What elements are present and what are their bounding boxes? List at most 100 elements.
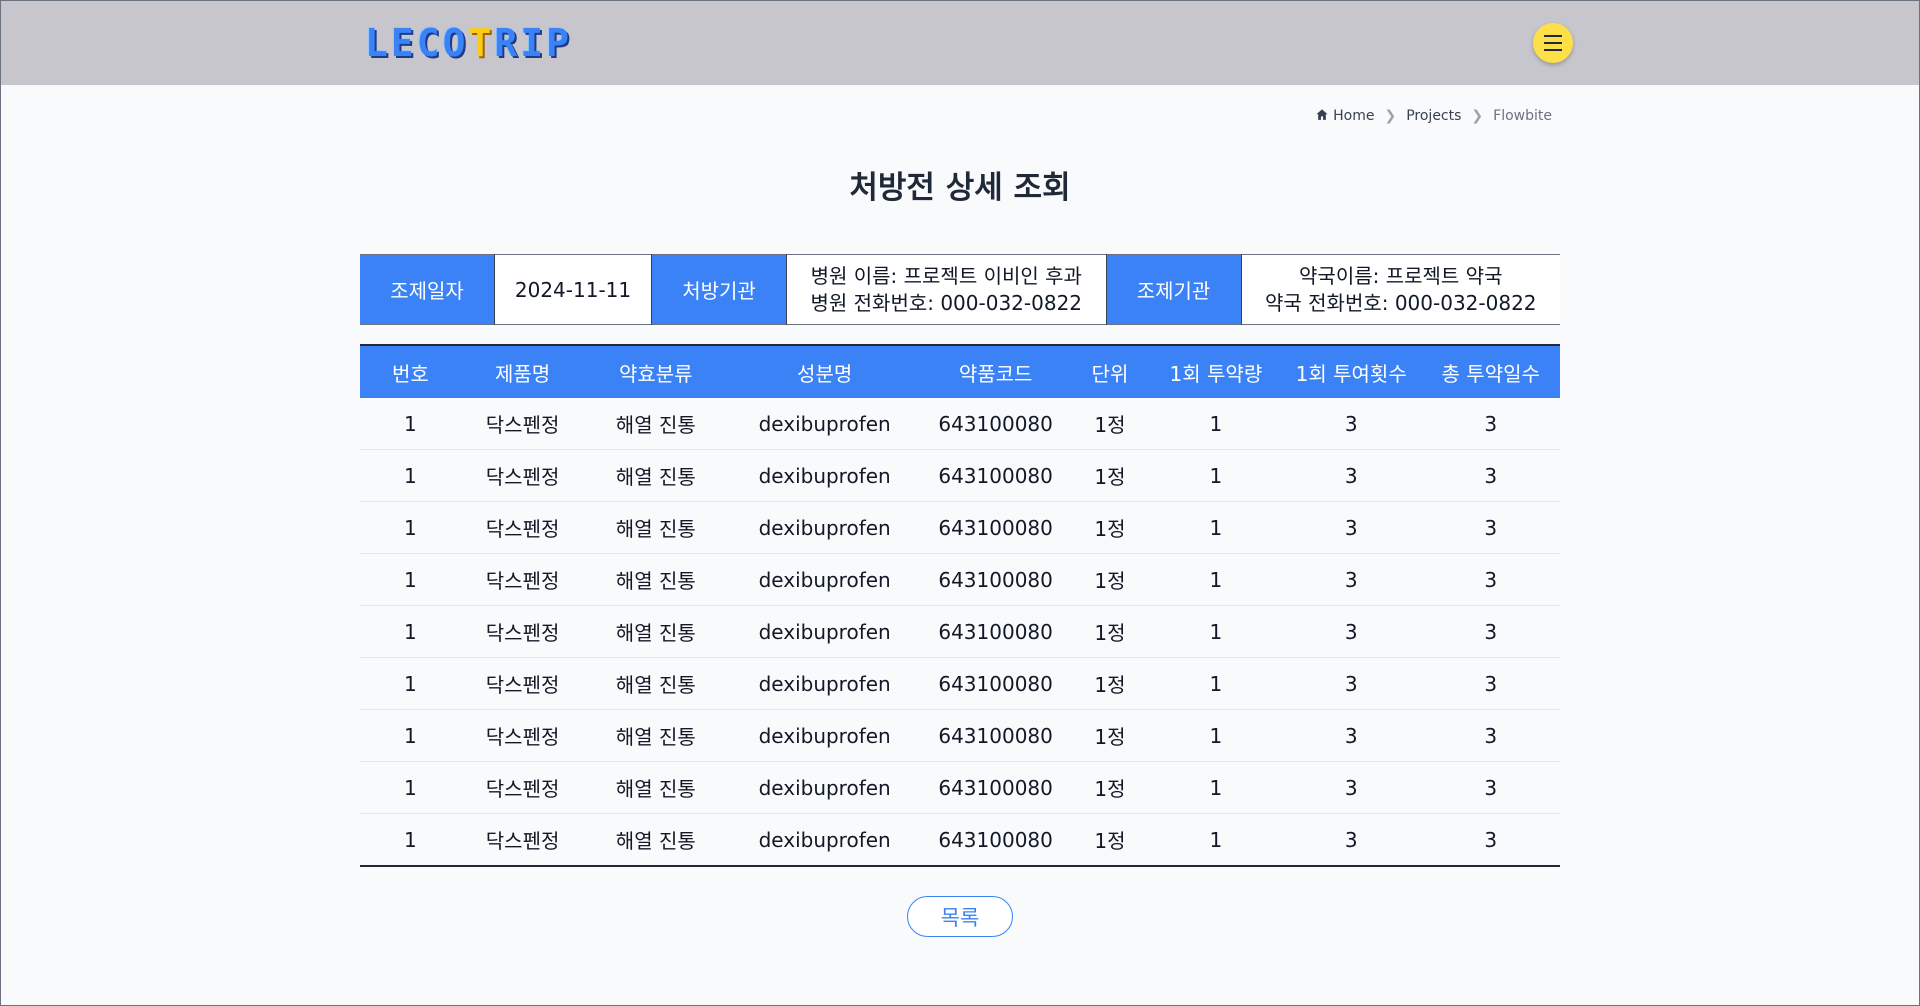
table-cell: 3 (1421, 657, 1560, 710)
table-cell: 643100080 (922, 657, 1070, 710)
table-row: 1 닥스펜정 해열 진통 dexibuprofen 643100080 1정 1 3 3 (360, 605, 1560, 658)
table-cell: 해열 진통 (584, 449, 728, 502)
table-cell: 3 (1280, 398, 1422, 450)
table-cell: dexibuprofen (727, 398, 923, 450)
table-row: 1 닥스펜정 해열 진통 dexibuprofen 643100080 1정 1 3 3 (360, 398, 1560, 450)
pharmacy-info: 약국이름: 프로젝트 약국 약국 전화번호: 000-032-0822 (1241, 254, 1560, 325)
table-cell: 닥스펜정 (485, 829, 560, 853)
pharmacy-phone: 약국 전화번호: 000-032-0822 (1264, 290, 1537, 315)
column-header: 총 투약일수 (1421, 344, 1560, 398)
table-cell: 해열 진통 (615, 829, 696, 853)
table-cell: 닥스펜정 (460, 501, 585, 554)
table-cell: 1 (360, 501, 461, 554)
table-row: 1 닥스펜정 해열 진통 dexibuprofen 643100080 1정 1 3 3 (360, 657, 1560, 710)
table-cell: 643100080 (922, 761, 1070, 814)
table-cell: 3 (1280, 657, 1422, 710)
table-cell: 해열 진통 (584, 398, 728, 450)
logo[interactable]: LECOTRIP (365, 21, 572, 65)
column-header: 제품명 (460, 344, 585, 398)
table-cell: 해열 진통 (584, 553, 728, 606)
table-cell: 1 (1150, 449, 1281, 502)
medication-table: 번호 제품명 약효분류 성분명 약품코드 단위 1회 투약량 1회 투여횟수 총… (360, 344, 1560, 867)
column-header: 번호 (360, 344, 461, 398)
table-cell: 3 (1484, 827, 1498, 852)
table-cell: dexibuprofen (727, 553, 923, 606)
chevron-right-icon: ❯ (1471, 108, 1484, 124)
prescription-info-table: 조제일자 2024-11-11 처방기관 병원 이름: 프로젝트 이비인 후과 … (360, 254, 1560, 325)
breadcrumb-projects[interactable]: Projects (1406, 108, 1461, 124)
table-cell: 닥스펜정 (460, 657, 585, 710)
table-cell: 3 (1421, 709, 1560, 762)
list-button[interactable]: 목록 (907, 896, 1013, 937)
table-cell: 3 (1280, 553, 1422, 606)
table-cell: 해열 진통 (584, 501, 728, 554)
table-cell: 1정 (1069, 709, 1151, 762)
chevron-right-icon: ❯ (1384, 108, 1397, 124)
table-cell: 1정 (1069, 761, 1151, 814)
date-value: 2024-11-11 (494, 254, 652, 325)
table-cell: 해열 진통 (584, 605, 728, 658)
table-row: 1 닥스펜정 해열 진통 dexibuprofen 643100080 1정 1 3 3 (360, 814, 1560, 867)
table-cell: 닥스펜정 (460, 605, 585, 658)
column-header: 성분명 (727, 344, 923, 398)
table-cell: 3 (1280, 605, 1422, 658)
table-row: 1 닥스펜정 해열 진통 dexibuprofen 643100080 1정 1 3 3 (360, 553, 1560, 606)
table-cell: 1정 (1069, 501, 1151, 554)
column-header: 약품코드 (922, 344, 1070, 398)
table-cell: 1 (1150, 761, 1281, 814)
table-cell: 3 (1280, 501, 1422, 554)
table-cell: 해열 진통 (584, 761, 728, 814)
table-cell: 3 (1421, 398, 1560, 450)
hamburger-menu-button[interactable] (1533, 23, 1573, 63)
breadcrumb-home[interactable]: Home (1315, 108, 1374, 124)
table-cell: 3 (1421, 449, 1560, 502)
hospital-name: 병원 이름: 프로젝트 이비인 후과 (810, 263, 1082, 288)
column-header: 1회 투약량 (1150, 344, 1281, 398)
navbar: LECOTRIP (1, 1, 1919, 85)
table-cell: 닥스펜정 (460, 761, 585, 814)
table-cell: 1 (1150, 657, 1281, 710)
hospital-phone: 병원 전화번호: 000-032-0822 (810, 290, 1083, 315)
table-cell: 1 (403, 827, 417, 852)
table-cell: 643100080 (922, 553, 1070, 606)
table-cell: 1 (360, 553, 461, 606)
hospital-label: 처방기관 (651, 254, 787, 325)
table-cell: 643100080 (922, 398, 1070, 450)
table-cell: 3 (1280, 449, 1422, 502)
table-cell: 1 (360, 449, 461, 502)
table-cell: 643100080 (922, 501, 1070, 554)
table-cell: 643100080 (922, 605, 1070, 658)
table-cell: 1 (1150, 501, 1281, 554)
table-row: 1 닥스펜정 해열 진통 dexibuprofen 643100080 1정 1 3 3 (360, 501, 1560, 554)
table-cell: 1 (1150, 398, 1281, 450)
table-cell: 닥스펜정 (460, 398, 585, 450)
table-cell: 1 (1150, 709, 1281, 762)
table-cell: 3 (1280, 709, 1422, 762)
date-label: 조제일자 (360, 254, 495, 325)
table-cell: 1 (1150, 605, 1281, 658)
pharmacy-label: 조제기관 (1106, 254, 1242, 325)
table-cell: 해열 진통 (584, 657, 728, 710)
column-header: 1회 투여횟수 (1280, 344, 1422, 398)
table-cell: 1정 (1069, 605, 1151, 658)
table-cell: 3 (1280, 761, 1422, 814)
table-cell: 1 (360, 657, 461, 710)
table-cell: 3 (1421, 553, 1560, 606)
table-cell: dexibuprofen (727, 501, 923, 554)
column-header: 단위 (1069, 344, 1151, 398)
table-cell: dexibuprofen (758, 827, 891, 852)
table-cell: 1 (360, 605, 461, 658)
pharmacy-name: 약국이름: 프로젝트 약국 (1299, 263, 1503, 288)
breadcrumb: Home ❯ Projects ❯ Flowbite (1315, 108, 1552, 124)
table-cell: 1정 (1069, 657, 1151, 710)
table-cell: 해열 진통 (584, 709, 728, 762)
table-cell: 1정 (1069, 553, 1151, 606)
breadcrumb-current: Flowbite (1493, 108, 1552, 124)
table-cell: 1정 (1069, 398, 1151, 450)
table-cell: 닥스펜정 (460, 449, 585, 502)
table-cell: 1 (360, 398, 461, 450)
table-row: 1 닥스펜정 해열 진통 dexibuprofen 643100080 1정 1 3 3 (360, 761, 1560, 814)
table-cell: 닥스펜정 (460, 709, 585, 762)
table-cell: dexibuprofen (727, 657, 923, 710)
hamburger-icon (1544, 35, 1562, 37)
